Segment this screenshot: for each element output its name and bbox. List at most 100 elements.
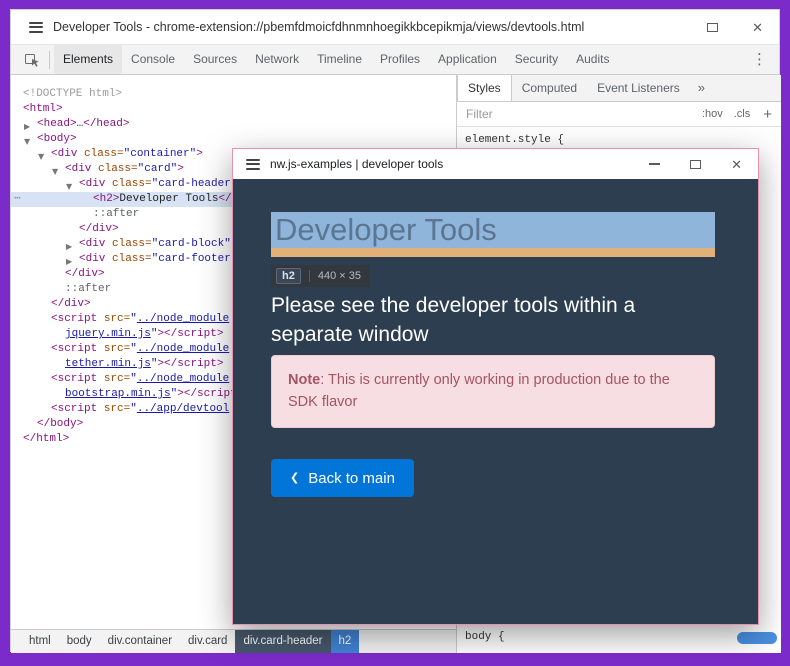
hov-toggle[interactable]: :hov bbox=[702, 108, 723, 120]
code-segment: </body> bbox=[37, 418, 83, 430]
code-segment: > bbox=[177, 163, 184, 175]
app-window-body: Developer Tools h2 440 × 35 Please see t… bbox=[233, 179, 758, 624]
code-segment: class= bbox=[105, 178, 151, 190]
back-to-main-button[interactable]: ❮ Back to main bbox=[271, 459, 414, 497]
inspect-tooltip: h2 440 × 35 bbox=[271, 265, 370, 287]
code-segment: ::after bbox=[93, 208, 139, 220]
code-segment: " bbox=[130, 343, 137, 355]
dom-node[interactable]: ▶<head>…</head> bbox=[11, 117, 456, 132]
panel-tabs: ElementsConsoleSourcesNetworkTimelinePro… bbox=[54, 45, 618, 74]
code-segment: bootstrap.min.js bbox=[65, 388, 171, 400]
app-window: nw.js-examples | developer tools ✕ Devel… bbox=[232, 148, 759, 625]
code-segment: > bbox=[196, 148, 203, 160]
crumb-html[interactable]: html bbox=[21, 630, 59, 653]
code-segment: <script bbox=[51, 373, 97, 385]
code-segment: <div bbox=[65, 163, 91, 175]
margin-highlight bbox=[271, 248, 715, 257]
window-controls: ✕ bbox=[707, 10, 763, 45]
styles-filter-input[interactable]: Filter bbox=[466, 107, 691, 121]
code-segment: class= bbox=[91, 163, 137, 175]
app-window-titlebar: nw.js-examples | developer tools ✕ bbox=[233, 149, 758, 179]
sidebar-tab-event-listeners[interactable]: Event Listeners bbox=[587, 75, 690, 101]
code-segment: class= bbox=[77, 148, 123, 160]
new-style-rule-button[interactable]: + bbox=[763, 106, 772, 123]
crumb-div-card[interactable]: div.card bbox=[180, 630, 235, 653]
cls-toggle[interactable]: .cls bbox=[734, 108, 751, 120]
devtools-window-title: Developer Tools - chrome-extension://pbe… bbox=[53, 20, 584, 34]
code-segment: ></script> bbox=[157, 358, 223, 370]
code-segment: "container" bbox=[124, 148, 197, 160]
tab-profiles[interactable]: Profiles bbox=[371, 45, 429, 74]
tab-console[interactable]: Console bbox=[122, 45, 184, 74]
styles-sidebar-tabs: StylesComputedEvent Listeners » bbox=[457, 75, 781, 102]
app-minimize-button[interactable] bbox=[649, 163, 660, 165]
dom-node[interactable]: ▼<body> bbox=[11, 132, 456, 147]
tab-elements[interactable]: Elements bbox=[54, 45, 122, 74]
tab-sources[interactable]: Sources bbox=[184, 45, 246, 74]
code-segment: ../node_module bbox=[137, 313, 229, 325]
chevron-left-icon: ❮ bbox=[290, 473, 299, 484]
breadcrumb: htmlbodydiv.containerdiv.carddiv.card-he… bbox=[11, 629, 456, 653]
code-segment: <script bbox=[51, 313, 97, 325]
tab-security[interactable]: Security bbox=[506, 45, 567, 74]
code-segment: ></script> bbox=[157, 328, 223, 340]
code-segment: class= bbox=[105, 238, 151, 250]
code-segment: <div bbox=[79, 238, 105, 250]
element-style-rule: element.style { bbox=[457, 127, 781, 146]
crumb-div-card-header[interactable]: div.card-header bbox=[235, 630, 330, 653]
devtools-titlebar: Developer Tools - chrome-extension://pbe… bbox=[11, 10, 779, 45]
tab-timeline[interactable]: Timeline bbox=[308, 45, 371, 74]
code-segment: ::after bbox=[65, 283, 111, 295]
crumb-h2[interactable]: h2 bbox=[331, 630, 360, 653]
sidebar-tab-computed[interactable]: Computed bbox=[512, 75, 587, 101]
code-segment: "card-block" bbox=[152, 238, 231, 250]
sidebar-tab-styles[interactable]: Styles bbox=[457, 75, 512, 101]
code-segment: </ bbox=[218, 193, 231, 205]
code-segment: src= bbox=[97, 343, 130, 355]
more-tabs-icon[interactable]: » bbox=[698, 75, 705, 101]
code-segment: </div> bbox=[79, 223, 119, 235]
crumb-body[interactable]: body bbox=[59, 630, 100, 653]
code-segment: tether.min.js bbox=[65, 358, 151, 370]
code-segment: src= bbox=[97, 313, 130, 325]
dom-node[interactable]: <html> bbox=[11, 102, 456, 117]
code-segment: </div> bbox=[51, 298, 91, 310]
kebab-menu-icon[interactable]: ⋮ bbox=[752, 45, 767, 75]
inspect-element-icon[interactable] bbox=[23, 51, 41, 69]
code-segment: ../node_module bbox=[137, 373, 229, 385]
code-segment: <h2> bbox=[93, 193, 119, 205]
note-alert: Note: This is currently only working in … bbox=[271, 355, 715, 428]
close-button[interactable]: ✕ bbox=[752, 21, 763, 34]
tab-application[interactable]: Application bbox=[429, 45, 506, 74]
tab-audits[interactable]: Audits bbox=[567, 45, 618, 74]
maximize-button[interactable] bbox=[707, 23, 718, 32]
note-alert-label: Note bbox=[288, 372, 320, 388]
code-segment: <div bbox=[79, 178, 105, 190]
toolbar-separator bbox=[49, 51, 50, 69]
screen-frame: Developer Tools - chrome-extension://pbe… bbox=[0, 0, 790, 666]
code-segment: <div bbox=[79, 253, 105, 265]
styles-filter-row: Filter :hov .cls + bbox=[457, 102, 781, 127]
app-maximize-button[interactable] bbox=[690, 160, 701, 169]
code-segment: <script bbox=[51, 403, 97, 415]
scrollbar-thumb[interactable] bbox=[737, 632, 777, 644]
tooltip-separator bbox=[309, 270, 310, 282]
node-menu-icon[interactable]: ⋯ bbox=[14, 192, 22, 207]
app-window-controls: ✕ bbox=[649, 149, 742, 179]
code-segment: src= bbox=[97, 403, 130, 415]
code-segment: </div> bbox=[65, 268, 105, 280]
dom-node[interactable]: <!DOCTYPE html> bbox=[11, 87, 456, 102]
code-segment: " bbox=[130, 373, 137, 385]
code-segment: " bbox=[130, 313, 137, 325]
code-segment: jquery.min.js bbox=[65, 328, 151, 340]
code-segment: <body> bbox=[37, 133, 77, 145]
code-segment: </head> bbox=[83, 118, 129, 130]
code-segment: <div bbox=[51, 148, 77, 160]
tab-network[interactable]: Network bbox=[246, 45, 308, 74]
code-segment: "card" bbox=[138, 163, 178, 175]
code-segment: ../node_module bbox=[137, 343, 229, 355]
back-to-main-label: Back to main bbox=[308, 470, 395, 487]
app-close-button[interactable]: ✕ bbox=[731, 158, 742, 171]
crumb-div-container[interactable]: div.container bbox=[100, 630, 180, 653]
tooltip-dimensions: 440 × 35 bbox=[318, 270, 361, 282]
